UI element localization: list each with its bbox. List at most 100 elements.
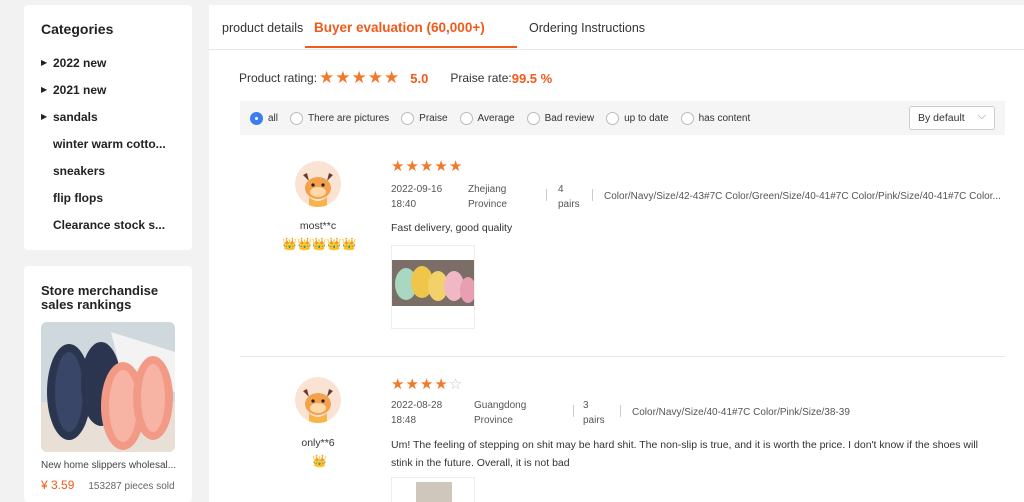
expand-arrow-icon: ▶ <box>41 112 48 121</box>
review-username: only**6 <box>301 437 335 449</box>
star-icon: ★ <box>419 158 434 175</box>
category-item-2021-new[interactable]: ▶ 2021 new <box>41 76 192 103</box>
review-date: 2022-08-28 <box>391 400 443 411</box>
product-rating-value: 5.0 <box>410 70 429 86</box>
filter-praise[interactable]: Praise <box>401 111 448 125</box>
filter-label: Bad review <box>544 112 595 124</box>
filter-bad-review[interactable]: Bad review <box>526 111 595 125</box>
category-label: Clearance stock s... <box>53 217 166 232</box>
review-text: Um! The feeling of stepping on shit may … <box>391 439 979 469</box>
filter-there-are-pictures[interactable]: There are pictures <box>290 111 390 125</box>
ranking-product-image[interactable] <box>41 322 175 452</box>
review-qty-line1: 3 <box>583 400 589 411</box>
crown-badge-icon: 👑 <box>341 237 357 251</box>
radio-icon[interactable] <box>680 111 694 125</box>
review-item: only**6 👑 ★ ★ ★ ★ ☆ 2022-08-28 18:48 Gua… <box>240 367 1005 502</box>
meta-divider <box>592 189 593 201</box>
radio-icon[interactable] <box>459 111 473 125</box>
review-stars: ★ ★ ★ ★ ☆ <box>391 375 463 393</box>
review-datetime: 2022-09-16 18:40 <box>391 182 442 212</box>
evaluation-panel: product details Buyer evaluation (60,000… <box>209 5 1024 502</box>
filter-up-to-date[interactable]: up to date <box>606 111 669 125</box>
category-item-2022-new[interactable]: ▶ 2022 new <box>41 49 192 76</box>
review-time: 18:48 <box>391 415 417 426</box>
review-qty-line1: 4 <box>558 184 564 195</box>
ranking-product-sold: 153287 pieces sold <box>88 481 175 492</box>
category-item-winter-warm-cotton[interactable]: winter warm cotto... <box>41 130 192 157</box>
review-quantity: 4 pairs <box>558 182 580 212</box>
category-item-flip-flops[interactable]: flip flops <box>41 184 192 211</box>
filter-all[interactable]: all <box>250 111 279 125</box>
review-date: 2022-09-16 <box>391 184 443 195</box>
category-item-clearance-stock[interactable]: Clearance stock s... <box>41 211 192 238</box>
review-text: Fast delivery, good quality <box>391 222 513 234</box>
category-label: flip flops <box>53 190 103 205</box>
ranking-product-meta: ¥ 3.59 153287 pieces sold <box>41 478 192 492</box>
product-rating-label: Product rating: <box>239 71 318 85</box>
review-time: 18:40 <box>391 199 417 210</box>
star-icon: ★ <box>335 68 351 87</box>
sort-select[interactable]: By default ⌵ <box>909 106 995 130</box>
filter-average[interactable]: Average <box>459 111 515 125</box>
filter-has-content[interactable]: has content <box>680 111 750 125</box>
page: Categories ▶ 2022 new ▶ 2021 new ▶ sanda… <box>0 0 1024 502</box>
star-empty-icon: ☆ <box>448 376 463 393</box>
review-photo[interactable] <box>391 477 475 502</box>
active-tab-indicator <box>305 46 517 48</box>
review-qty-line2: pairs <box>558 199 580 210</box>
product-rating-stars: ★ ★ ★ ★ ★ <box>319 68 400 88</box>
star-icon: ★ <box>448 158 463 175</box>
review-stars: ★ ★ ★ ★ ★ <box>391 157 463 175</box>
radio-icon[interactable] <box>290 111 304 125</box>
category-label: winter warm cotto... <box>53 136 166 151</box>
radio-icon[interactable] <box>401 111 415 125</box>
review-region-line2: Province <box>468 199 507 210</box>
filter-label: There are pictures <box>308 112 390 124</box>
review-spec: Color/Navy/Size/42-43#7C Color/Green/Siz… <box>604 191 1001 202</box>
tab-ordering-instructions[interactable]: Ordering Instructions <box>529 21 645 35</box>
review-photo[interactable] <box>391 245 476 329</box>
filter-label: up to date <box>624 112 669 124</box>
tab-bar: product details Buyer evaluation (60,000… <box>209 5 1024 50</box>
meta-divider <box>573 405 574 417</box>
review-quantity: 3 pairs <box>583 398 605 428</box>
crown-badge-icon: 👑 <box>326 237 342 251</box>
star-icon: ★ <box>405 158 419 175</box>
praise-rate-value: 99.5 % <box>511 70 553 86</box>
rankings-title: Store merchandise sales rankings <box>41 283 159 312</box>
radio-icon[interactable] <box>526 111 540 125</box>
review-qty-line2: pairs <box>583 415 605 426</box>
ranking-product-name[interactable]: New home slippers wholesal... <box>41 460 181 471</box>
review-spec: Color/Navy/Size/40-41#7C Color/Pink/Size… <box>632 407 850 418</box>
review-region-line1: Guangdong <box>474 400 527 411</box>
radio-icon[interactable] <box>606 111 620 125</box>
sales-rankings-panel: Store merchandise sales rankings New hom… <box>24 266 192 502</box>
tab-buyer-evaluation[interactable]: Buyer evaluation (60,000+) <box>314 20 485 35</box>
filter-label: all <box>268 112 279 124</box>
star-icon: ★ <box>434 376 448 393</box>
radio-checked-icon[interactable] <box>250 111 263 125</box>
ranking-product-price: ¥ 3.59 <box>41 478 75 492</box>
meta-divider <box>546 189 547 201</box>
filter-label: Praise <box>419 112 448 124</box>
crown-badge-icon: 👑 <box>312 454 327 468</box>
user-level-badges: 👑 <box>312 455 327 467</box>
review-username: most**c <box>299 220 337 232</box>
tab-product-details[interactable]: product details <box>222 21 303 35</box>
meta-divider <box>620 405 621 417</box>
category-item-sandals[interactable]: ▶ sandals <box>41 103 192 130</box>
star-icon: ★ <box>391 158 405 175</box>
review-item: most**c 👑 👑 👑 👑 👑 ★ ★ ★ ★ ★ 2022-09-16 1… <box>240 147 1005 357</box>
category-item-sneakers[interactable]: sneakers <box>41 157 192 184</box>
review-region: Zhejiang Province <box>468 182 507 212</box>
user-avatar <box>295 377 341 423</box>
filter-label: Average <box>477 112 515 124</box>
star-icon: ★ <box>351 68 367 87</box>
categories-title: Categories <box>41 21 114 37</box>
review-region: Guangdong Province <box>474 398 526 428</box>
rating-summary: Product rating: ★ ★ ★ ★ ★ 5.0 Praise rat… <box>239 68 552 88</box>
user-avatar <box>295 161 341 207</box>
star-icon: ★ <box>319 68 335 87</box>
category-label: sandals <box>53 109 98 124</box>
user-level-badges: 👑 👑 👑 👑 👑 <box>282 238 357 250</box>
